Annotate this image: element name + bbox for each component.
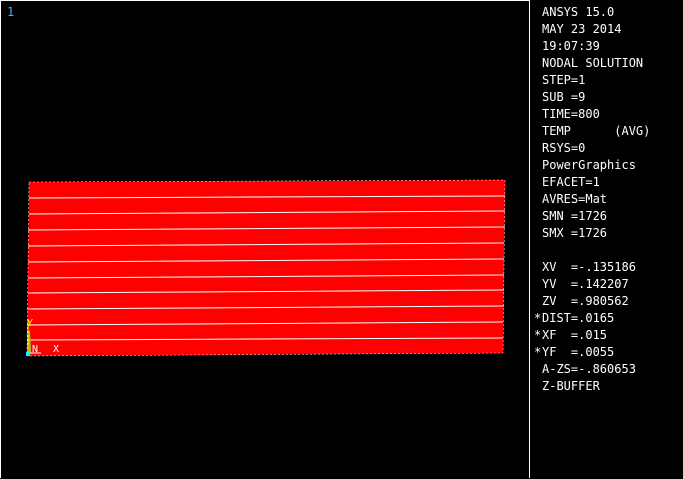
triad-y-label: Y	[27, 318, 33, 329]
temperature-contour-region	[27, 180, 505, 356]
efacet-setting: EFACET=1	[542, 175, 600, 189]
view-zv: ZV =.980562	[542, 294, 629, 308]
changed-marker: *	[534, 328, 542, 342]
result-coordinate-system: RSYS=0	[542, 141, 586, 155]
plot-time: 19:07:39	[542, 39, 600, 53]
substep: SUB =9	[542, 90, 586, 104]
plot-date: MAY 23 2014	[542, 22, 622, 36]
solution-time: TIME=800	[542, 107, 600, 121]
triad-y-axis-shadow	[28, 330, 31, 354]
view-dist: * DIST=.0165	[534, 310, 680, 327]
result-item: TEMP (AVG)	[542, 124, 651, 138]
view-xf: * XF =.015	[534, 327, 680, 344]
graphics-viewport[interactable]: 1 Y N X	[0, 0, 530, 478]
view-xv: XV =-.135186	[542, 260, 636, 274]
model-plot[interactable]: Y N X	[1, 1, 531, 479]
view-yf-text: YF =.0055	[542, 345, 615, 359]
min-value: SMN =1726	[542, 209, 608, 223]
load-step: STEP=1	[542, 73, 586, 87]
plot-info-legend: ANSYS 15.0 MAY 23 2014 19:07:39 NODAL SO…	[534, 4, 680, 395]
changed-marker: *	[534, 345, 542, 359]
view-yv: YV =.142207	[542, 277, 629, 291]
averaging-setting: AVRES=Mat	[542, 192, 608, 206]
view-dist-text: DIST=.0165	[542, 311, 615, 325]
triad-x-label: X	[53, 344, 59, 355]
max-value: SMX =1726	[542, 226, 608, 240]
graphics-mode: PowerGraphics	[542, 158, 636, 172]
view-yf: * YF =.0055	[534, 344, 680, 361]
view-xf-text: XF =.015	[542, 328, 608, 342]
changed-marker: *	[534, 311, 542, 325]
triad-n-label: N	[32, 344, 38, 355]
zbuffer-mode: Z-BUFFER	[542, 379, 600, 393]
view-azs: A-ZS=-.860653	[542, 362, 636, 376]
triad-origin-marker	[26, 352, 30, 356]
program-version: ANSYS 15.0	[542, 5, 615, 19]
solution-type: NODAL SOLUTION	[542, 56, 644, 70]
